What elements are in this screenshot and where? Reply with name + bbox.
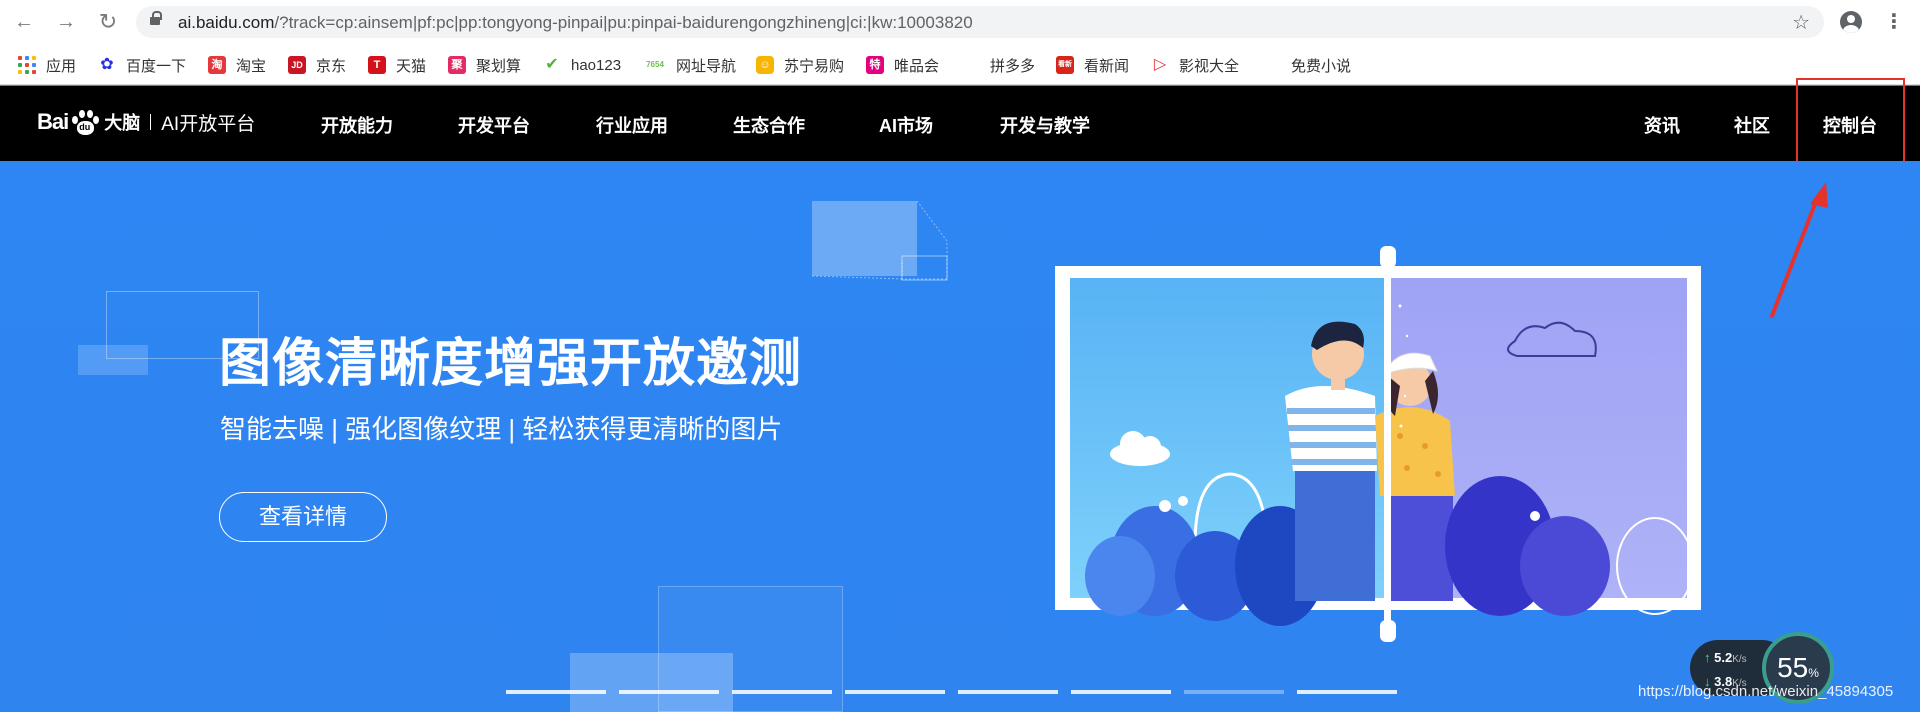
url-text[interactable]: ai.baidu.com/?track=cp:ainsem|pf:pc|pp:t… <box>178 13 973 33</box>
bookmark-label: 百度一下 <box>126 57 187 75</box>
taobao-icon: 淘 <box>208 56 226 74</box>
bookmark-juhuasuan[interactable]: 聚 聚划算 <box>448 54 521 76</box>
bookmarks-bar: 应用 ✿ 百度一下 淘 淘宝 JD 京东 T 天猫 聚 聚划算 ✔ hao123… <box>0 45 1920 85</box>
reload-icon[interactable]: ↻ <box>96 10 120 34</box>
console-highlight-box <box>1796 78 1905 163</box>
logo-bai-text: Bai <box>37 109 69 134</box>
bookmark-pinduoduo[interactable]: 拼多多 <box>990 54 1035 76</box>
hao123-icon: ✔ <box>545 56 559 73</box>
7654-icon: 7654 <box>646 60 664 69</box>
logo-divider <box>150 114 152 130</box>
nav-dev-teaching[interactable]: 开发与教学 <box>1000 112 1090 138</box>
bookmark-jd[interactable]: JD 京东 <box>288 54 346 76</box>
forward-icon[interactable]: → <box>54 10 78 34</box>
carousel-dot[interactable] <box>1297 690 1397 694</box>
deco-rect <box>78 345 148 375</box>
bookmark-label: 应用 <box>46 57 77 75</box>
logo-du-text: du <box>79 122 91 132</box>
nav-ai-market[interactable]: AI市场 <box>879 112 933 138</box>
browser-toolbar: ← → ↻ ai.baidu.com/?track=cp:ainsem|pf:p… <box>0 0 1920 45</box>
carousel-dot-active[interactable] <box>1184 690 1284 694</box>
tmall-icon: T <box>368 56 386 74</box>
nav-community[interactable]: 社区 <box>1734 112 1770 138</box>
carousel-dot[interactable] <box>732 690 832 694</box>
carousel-dot[interactable] <box>619 690 719 694</box>
nav-news[interactable]: 资讯 <box>1644 112 1680 138</box>
bookmark-label: 免费小说 <box>1291 57 1352 75</box>
bookmark-kanxinwen[interactable]: 看新 看新闻 <box>1056 54 1129 76</box>
upload-speed: ↑ 5.2K/s <box>1704 650 1747 665</box>
bookmark-baidu[interactable]: ✿ 百度一下 <box>98 54 186 76</box>
nav-ecosystem[interactable]: 生态合作 <box>733 112 805 138</box>
play-icon: ▷ <box>1153 56 1167 73</box>
bookmark-label: 看新闻 <box>1084 57 1130 75</box>
bookmark-label: 苏宁易购 <box>784 57 845 75</box>
bookmark-label: hao123 <box>571 56 622 74</box>
bookmark-tmall[interactable]: T 天猫 <box>368 54 426 76</box>
deco-bottom-square <box>570 653 733 712</box>
logo-platform-text: AI开放平台 <box>161 113 256 135</box>
lock-icon[interactable] <box>150 11 162 28</box>
arrow-up-icon: ↑ <box>1704 650 1711 665</box>
view-details-button[interactable]: 查看详情 <box>219 492 387 542</box>
bookmark-label: 天猫 <box>396 57 427 75</box>
red-annotation-arrow <box>1770 182 1828 318</box>
logo-brain-text: 大脑 <box>104 113 141 133</box>
carousel-dot[interactable] <box>958 690 1058 694</box>
bookmark-hao123[interactable]: ✔ hao123 <box>543 54 621 76</box>
bookmark-taobao[interactable]: 淘 淘宝 <box>208 54 266 76</box>
back-icon[interactable]: ← <box>12 10 36 34</box>
carousel-dot[interactable] <box>845 690 945 694</box>
profile-avatar-icon[interactable] <box>1840 11 1862 33</box>
csdn-watermark: https://blog.csdn.net/weixin_45894305 <box>1638 683 1894 700</box>
baidu-paw-icon: ✿ <box>100 56 114 73</box>
bookmark-label: 拼多多 <box>990 57 1036 75</box>
bookmark-label: 聚划算 <box>476 57 522 75</box>
url-host: ai.baidu.com <box>178 13 275 32</box>
baidu-paw-icon: du <box>70 108 100 136</box>
bookmark-label: 淘宝 <box>236 57 267 75</box>
kanxinwen-icon: 看新 <box>1056 56 1074 74</box>
bookmark-vip[interactable]: 特 唯品会 <box>866 54 939 76</box>
apps-grid-icon <box>18 56 36 74</box>
url-path: /?track=cp:ainsem|pf:pc|pp:tongyong-pinp… <box>274 13 973 32</box>
bookmark-xiaoshuo[interactable]: 免费小说 <box>1291 54 1351 76</box>
hero-title: 图像清晰度增强开放邀测 <box>219 335 803 393</box>
nav-dev-platform[interactable]: 开发平台 <box>458 112 530 138</box>
jd-icon: JD <box>288 56 306 74</box>
suning-icon: ☺ <box>756 56 774 74</box>
bookmark-suning[interactable]: ☺ 苏宁易购 <box>756 54 844 76</box>
nav-open-capability[interactable]: 开放能力 <box>321 112 393 138</box>
hero-subtitle: 智能去噪 | 强化图像纹理 | 轻松获得更清晰的图片 <box>220 414 783 444</box>
bookmark-daohang[interactable]: 7654 网址导航 <box>644 54 736 76</box>
star-icon[interactable]: ☆ <box>1792 10 1810 35</box>
bookmark-apps[interactable]: 应用 <box>18 54 76 76</box>
nav-industry[interactable]: 行业应用 <box>596 112 668 138</box>
image-enhancement-illustration <box>1055 246 1701 642</box>
bookmark-label: 京东 <box>316 57 347 75</box>
carousel-dot[interactable] <box>506 690 606 694</box>
vip-icon: 特 <box>866 56 884 74</box>
site-navbar: Bai du 大脑 AI开放平台 开放能力 开发平台 行业应用 生态合作 AI市… <box>0 86 1920 161</box>
bookmark-label: 唯品会 <box>894 57 940 75</box>
deco-wireframe <box>812 201 948 281</box>
juhuasuan-icon: 聚 <box>448 56 466 74</box>
baidu-ai-logo[interactable]: Bai du 大脑 AI开放平台 <box>37 106 255 138</box>
bookmark-label: 网址导航 <box>676 57 737 75</box>
menu-dots-icon[interactable]: ⋮ <box>1884 8 1904 36</box>
hero-banner: 图像清晰度增强开放邀测 智能去噪 | 强化图像纹理 | 轻松获得更清晰的图片 查… <box>0 161 1920 712</box>
carousel-dot[interactable] <box>1071 690 1171 694</box>
address-bar[interactable]: ai.baidu.com/?track=cp:ainsem|pf:pc|pp:t… <box>136 6 1824 38</box>
bookmark-yingshi[interactable]: ▷ 影视大全 <box>1151 54 1239 76</box>
carousel-indicators <box>506 690 1397 694</box>
bookmark-label: 影视大全 <box>1179 57 1240 75</box>
